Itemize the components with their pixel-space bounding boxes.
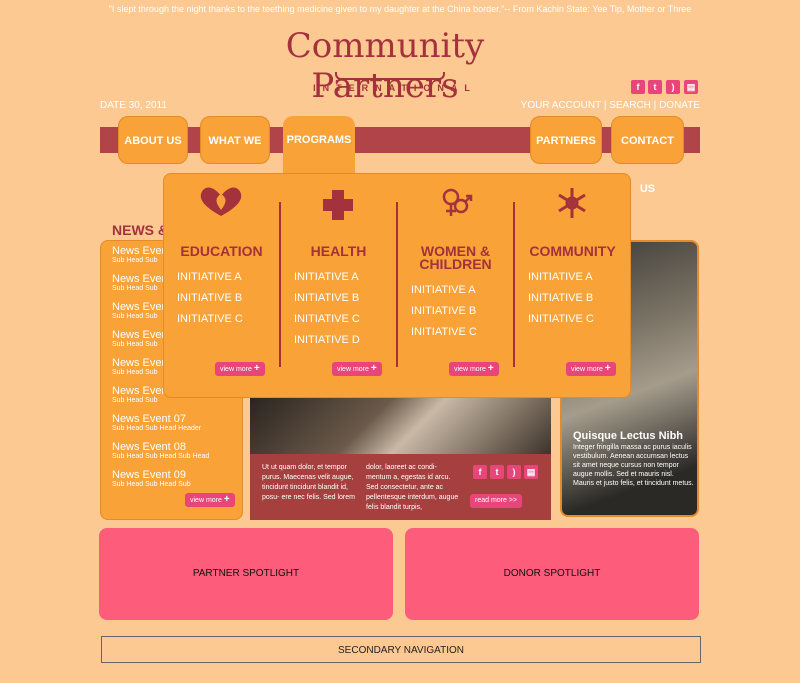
women-initiative-b[interactable]: INITIATIVE B: [411, 305, 514, 317]
gender-icon: [442, 188, 473, 216]
snowflake-icon: [558, 188, 586, 218]
education-title[interactable]: EDUCATION: [163, 244, 280, 258]
top-links: YOUR ACCOUNT | SEARCH | DONATE: [520, 100, 700, 111]
logo[interactable]: Community Partners: [210, 26, 560, 106]
feature-photo: [250, 398, 551, 454]
women-initiative-c[interactable]: INITIATIVE C: [411, 326, 514, 338]
facebook-icon[interactable]: f: [473, 465, 487, 479]
twitter-icon[interactable]: t: [490, 465, 504, 479]
feature-text-col1: Ut ut quam dolor, et tempor purus. Maece…: [262, 464, 355, 501]
education-initiative-b[interactable]: INITIATIVE B: [177, 292, 280, 304]
women-children-title-line2: CHILDREN: [419, 256, 492, 272]
search-link[interactable]: SEARCH: [609, 100, 651, 111]
community-title[interactable]: COMMUNITY: [514, 244, 631, 258]
list-item[interactable]: News Event Sub Head Sub: [112, 273, 171, 292]
women-initiative-a[interactable]: INITIATIVE A: [411, 284, 514, 296]
side-story-body: Integer fringilla massa ac purus iaculis…: [573, 444, 694, 487]
list-item[interactable]: News Event Sub Head Sub: [112, 329, 171, 348]
tab-contact-us[interactable]: CONTACT US: [611, 116, 684, 195]
list-item[interactable]: News Event 07 Sub Head Sub Head Header: [112, 413, 201, 432]
rss-icon[interactable]: ): [507, 465, 521, 479]
community-initiative-b[interactable]: INITIATIVE B: [528, 292, 631, 304]
health-initiative-a[interactable]: INITIATIVE A: [294, 271, 397, 283]
list-item[interactable]: News Event Sub Head Sub: [112, 245, 171, 264]
logo-underline: [335, 72, 445, 80]
mega-column-community: COMMUNITY INITIATIVE A INITIATIVE B INIT…: [514, 180, 631, 390]
news-heading: NEWS &: [112, 222, 168, 238]
tab-partners[interactable]: PARTNERS: [530, 116, 602, 164]
heart-leaf-icon: [200, 187, 242, 216]
community-initiative-c[interactable]: INITIATIVE C: [528, 313, 631, 325]
community-initiative-a[interactable]: INITIATIVE A: [528, 271, 631, 283]
list-item[interactable]: News Event 09 Sub Head Sub Head Sub: [112, 469, 191, 488]
date-text: DATE 30, 2011: [100, 100, 167, 111]
your-account-link[interactable]: YOUR ACCOUNT: [521, 100, 601, 111]
education-view-more-button[interactable]: view more +: [215, 362, 265, 376]
list-item[interactable]: News Event 08 Sub Head Sub Head Sub Head: [112, 441, 209, 460]
plus-cross-icon: [323, 190, 353, 220]
health-initiative-d[interactable]: INITIATIVE D: [294, 334, 397, 346]
rss-icon[interactable]: ): [666, 80, 680, 94]
donate-link[interactable]: DONATE: [659, 100, 700, 111]
header-quote: "I slept through the night thanks to the…: [108, 4, 692, 14]
health-view-more-button[interactable]: view more +: [332, 362, 382, 376]
health-initiative-c[interactable]: INITIATIVE C: [294, 313, 397, 325]
news-view-more-button[interactable]: view more +: [185, 493, 235, 507]
list-item[interactable]: News Event Sub Head Sub: [112, 357, 171, 376]
list-item[interactable]: News Event Sub Head Sub: [112, 301, 171, 320]
health-title[interactable]: HEALTH: [280, 244, 397, 258]
education-initiative-c[interactable]: INITIATIVE C: [177, 313, 280, 325]
chat-icon[interactable]: ▤: [684, 80, 698, 94]
side-story-title[interactable]: Quisque Lectus Nibh: [573, 430, 683, 442]
mega-column-women-children: WOMEN & CHILDREN INITIATIVE A INITIATIVE…: [397, 180, 514, 390]
chat-icon[interactable]: ▤: [524, 465, 538, 479]
tab-what-we-do[interactable]: WHAT WE DO: [200, 116, 270, 195]
mega-column-education: EDUCATION INITIATIVE A INITIATIVE B INIT…: [163, 180, 280, 390]
education-initiative-a[interactable]: INITIATIVE A: [177, 271, 280, 283]
community-view-more-button[interactable]: view more +: [566, 362, 616, 376]
logo-subtitle: INTERNATIONAL: [313, 83, 477, 93]
facebook-icon[interactable]: f: [631, 80, 645, 94]
secondary-navigation[interactable]: SECONDARY NAVIGATION: [101, 636, 701, 663]
tab-about-us[interactable]: ABOUT US: [118, 116, 188, 164]
twitter-icon[interactable]: t: [648, 80, 662, 94]
donor-spotlight[interactable]: DONOR SPOTLIGHT: [405, 528, 699, 620]
partner-spotlight[interactable]: PARTNER SPOTLIGHT: [99, 528, 393, 620]
nav-bar: [100, 127, 700, 153]
tab-programs[interactable]: PROGRAMS: [283, 116, 355, 164]
health-initiative-b[interactable]: INITIATIVE B: [294, 292, 397, 304]
list-item[interactable]: News Event Sub Head Sub: [112, 385, 171, 404]
women-view-more-button[interactable]: view more +: [449, 362, 499, 376]
read-more-button[interactable]: read more >>: [470, 494, 523, 508]
mega-column-health: HEALTH INITIATIVE A INITIATIVE B INITIAT…: [280, 180, 397, 390]
feature-text-col2: dolor, laoreet ac condi- mentum a, egest…: [366, 464, 459, 511]
